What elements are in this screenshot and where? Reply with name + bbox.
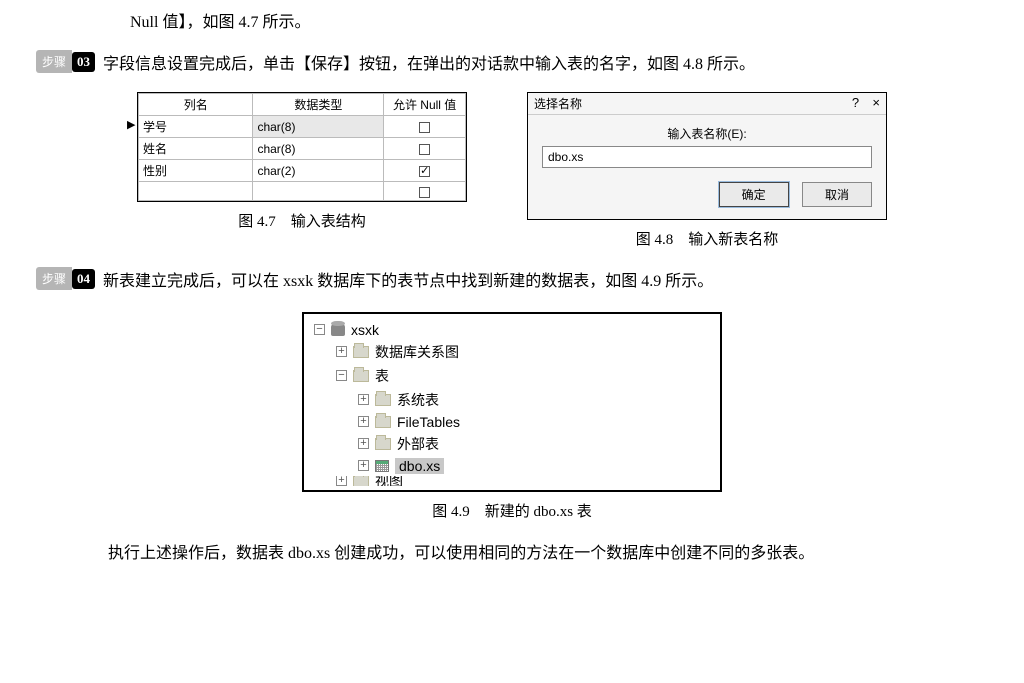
ok-button[interactable]: 确定 xyxy=(719,182,789,207)
checkbox-null[interactable] xyxy=(419,166,430,177)
folder-icon xyxy=(353,370,369,382)
tree-label: dbo.xs xyxy=(395,458,444,474)
dialog-title: 选择名称 xyxy=(534,95,582,112)
checkbox-null[interactable] xyxy=(419,187,430,198)
table-row[interactable]: ▶学号 char(8) xyxy=(139,116,466,138)
step-badge-03: 步骤 03 xyxy=(36,50,95,73)
cell-name: 姓名 xyxy=(139,138,253,160)
figure-caption-4-8: 图 4.8 输入新表名称 xyxy=(527,228,887,249)
figure-4-9: − xsxk + 数据库关系图 − 表 + 系统表 + xyxy=(20,312,1004,521)
tree-label: 数据库关系图 xyxy=(375,342,459,362)
table-row[interactable]: 性别 char(2) xyxy=(139,160,466,182)
collapse-icon[interactable]: − xyxy=(314,324,325,335)
expand-icon[interactable]: + xyxy=(358,394,369,405)
tree-node-database[interactable]: − xsxk xyxy=(314,320,710,340)
tree-node-system-tables[interactable]: + 系统表 xyxy=(314,388,710,412)
tree-node-tables[interactable]: − 表 xyxy=(314,364,710,388)
close-icon[interactable]: × xyxy=(872,95,880,110)
dialog-choose-name: 选择名称 ? × 输入表名称(E): 确定 取消 xyxy=(527,92,887,220)
help-icon[interactable]: ? xyxy=(852,95,859,110)
tree-node-dbo-xs[interactable]: + dbo.xs xyxy=(314,456,710,476)
table-name-input[interactable] xyxy=(542,146,872,168)
collapse-icon[interactable]: − xyxy=(336,370,347,381)
tree-node-filetables[interactable]: + FileTables xyxy=(314,412,710,432)
tree-label: 表 xyxy=(375,366,389,386)
tree-label: xsxk xyxy=(351,322,379,338)
expand-icon[interactable]: + xyxy=(358,460,369,471)
tree-node-external-tables[interactable]: + 外部表 xyxy=(314,432,710,456)
step-badge-label: 步骤 xyxy=(36,267,72,290)
cell-type: char(8) xyxy=(253,116,384,138)
folder-icon xyxy=(353,346,369,358)
cell-type: char(8) xyxy=(253,138,384,160)
col-header-null: 允许 Null 值 xyxy=(384,94,466,116)
step-badge-num: 04 xyxy=(72,269,95,289)
folder-icon xyxy=(375,416,391,428)
cell-type xyxy=(253,182,384,201)
table-icon xyxy=(375,460,389,472)
cell-type: char(2) xyxy=(253,160,384,182)
database-icon xyxy=(331,324,345,336)
tree-node-diagrams[interactable]: + 数据库关系图 xyxy=(314,340,710,364)
step-badge-04: 步骤 04 xyxy=(36,267,95,290)
table-structure: 列名 数据类型 允许 Null 值 ▶学号 char(8) 姓名 xyxy=(138,93,466,201)
col-header-type: 数据类型 xyxy=(253,94,384,116)
col-header-name: 列名 xyxy=(139,94,253,116)
expand-icon[interactable]: + xyxy=(336,476,347,486)
cancel-button[interactable]: 取消 xyxy=(802,182,872,207)
tree-label: 外部表 xyxy=(397,434,439,454)
cell-name: 性别 xyxy=(139,160,253,182)
folder-icon xyxy=(375,438,391,450)
tree-label: FileTables xyxy=(397,414,460,430)
expand-icon[interactable]: + xyxy=(358,416,369,427)
cell-name: 学号 xyxy=(143,120,167,134)
step-badge-num: 03 xyxy=(72,52,95,72)
figure-caption-4-7: 图 4.7 输入表结构 xyxy=(137,210,467,231)
step03-text: 字段信息设置完成后，单击【保存】按钮，在弹出的对话款中输入表的名字，如图 4.8… xyxy=(103,50,1004,80)
tree-view: − xsxk + 数据库关系图 − 表 + 系统表 + xyxy=(302,312,722,492)
tree-label: 视图 xyxy=(375,476,403,486)
expand-icon[interactable]: + xyxy=(358,438,369,449)
tree-node-views-cut[interactable]: + 视图 xyxy=(314,476,710,486)
dialog-prompt-label: 输入表名称(E): xyxy=(542,125,872,142)
row-marker-icon: ▶ xyxy=(127,118,135,131)
cell-name xyxy=(139,182,253,201)
checkbox-null[interactable] xyxy=(419,144,430,155)
figure-4-8: 选择名称 ? × 输入表名称(E): 确定 取消 图 4.8 输入新表名称 xyxy=(527,92,887,249)
table-row[interactable] xyxy=(139,182,466,201)
step04-text: 新表建立完成后，可以在 xsxk 数据库下的表节点中找到新建的数据表，如图 4.… xyxy=(103,267,1004,297)
table-row[interactable]: 姓名 char(8) xyxy=(139,138,466,160)
tree-label: 系统表 xyxy=(397,390,439,410)
folder-icon xyxy=(375,394,391,406)
figure-caption-4-9: 图 4.9 新建的 dbo.xs 表 xyxy=(20,500,1004,521)
checkbox-null[interactable] xyxy=(419,122,430,133)
closing-paragraph: 执行上述操作后，数据表 dbo.xs 创建成功，可以使用相同的方法在一个数据库中… xyxy=(76,539,968,569)
folder-icon xyxy=(353,476,369,486)
figure-4-7: 列名 数据类型 允许 Null 值 ▶学号 char(8) 姓名 xyxy=(137,92,467,249)
intro-line: Null 值】，如图 4.7 所示。 xyxy=(130,8,1004,32)
expand-icon[interactable]: + xyxy=(336,346,347,357)
step-badge-label: 步骤 xyxy=(36,50,72,73)
